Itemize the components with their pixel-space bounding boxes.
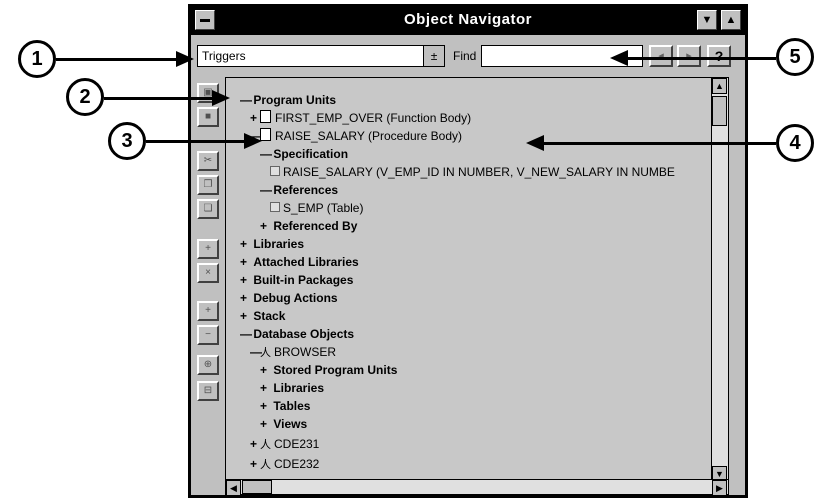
object-tree: — Program Units + FIRST_EMP_OVER (Functio… — [225, 77, 729, 483]
scroll-thumb[interactable] — [712, 96, 727, 126]
tree-node-s-emp[interactable]: S_EMP (Table) — [270, 200, 363, 216]
expand-icon[interactable]: + — [260, 362, 270, 378]
expand-icon[interactable]: + — [240, 272, 250, 288]
tree-node-referenced-by[interactable]: + Referenced By — [260, 218, 357, 234]
tree-node-first-emp-over[interactable]: + FIRST_EMP_OVER (Function Body) — [250, 110, 471, 126]
callout-2-arrowhead-icon — [212, 90, 230, 106]
minimize-button[interactable]: ▼ — [697, 10, 717, 30]
tree-node-stack[interactable]: + Stack — [240, 308, 285, 324]
expand-icon[interactable]: + — [250, 456, 260, 472]
scroll-up-icon[interactable]: ▲ — [712, 78, 727, 94]
expand-icon[interactable]: + — [197, 301, 219, 321]
collapse-icon[interactable]: — — [260, 182, 272, 198]
expand-all-icon[interactable]: ⊕ — [197, 355, 219, 375]
help-button[interactable]: ? — [707, 45, 731, 67]
callout-3: 3 — [108, 122, 146, 160]
expand-icon[interactable]: + — [240, 236, 250, 252]
callout-1: 1 — [18, 40, 56, 78]
tree-node-views[interactable]: + Views — [260, 416, 307, 432]
tree-node-specification[interactable]: — Specification — [260, 146, 348, 162]
maximize-button[interactable]: ▲ — [721, 10, 741, 30]
tree-node-spec-signature[interactable]: RAISE_SALARY (V_EMP_ID IN NUMBER, V_NEW_… — [270, 164, 675, 180]
expand-icon[interactable]: + — [250, 436, 260, 452]
callout-3-arrow — [146, 140, 248, 143]
expand-icon[interactable]: + — [260, 218, 270, 234]
tree-node-cde231[interactable]: + ⼈ CDE231 — [250, 436, 319, 452]
callout-3-arrowhead-icon — [244, 133, 262, 149]
tree-node-stored-program-units[interactable]: + Stored Program Units — [260, 362, 397, 378]
scroll-left-icon[interactable]: ◀ — [226, 480, 241, 496]
tree-node-builtin-packages[interactable]: + Built-in Packages — [240, 272, 353, 288]
find-label: Find — [453, 49, 477, 63]
callout-5: 5 — [776, 38, 814, 76]
callout-5-arrow — [628, 57, 776, 60]
tree-node-cde232[interactable]: + ⼈ CDE232 — [250, 456, 319, 472]
callout-2: 2 — [66, 78, 104, 116]
expand-icon[interactable]: + — [240, 290, 250, 306]
schema-icon: ⼈ — [260, 347, 271, 359]
cut-icon[interactable]: ✂ — [197, 151, 219, 171]
tree-node-tables[interactable]: + Tables — [260, 398, 310, 414]
schema-icon: ⼈ — [260, 439, 271, 451]
collapse-all-icon[interactable]: ⊟ — [197, 381, 219, 401]
expand-icon[interactable]: + — [260, 416, 270, 432]
save-icon[interactable]: ■ — [197, 107, 219, 127]
tree-node-references[interactable]: — References — [260, 182, 338, 198]
table-icon — [270, 202, 280, 212]
tree-node-attached-libraries[interactable]: + Attached Libraries — [240, 254, 359, 270]
program-unit-icon — [260, 110, 271, 123]
tree-node-program-units[interactable]: — Program Units — [240, 92, 336, 108]
find-previous-button[interactable]: ◂ — [649, 45, 673, 67]
callout-5-arrowhead-icon — [610, 50, 628, 66]
schema-icon: ⼈ — [260, 459, 271, 471]
scroll-right-icon[interactable]: ▶ — [712, 480, 727, 496]
dropdown-arrow-icon[interactable]: ± — [423, 46, 444, 66]
object-type-select[interactable]: Triggers ± — [197, 45, 445, 67]
horizontal-scroll-thumb[interactable] — [242, 480, 272, 494]
vertical-scrollbar[interactable]: ▲ ▼ — [711, 78, 728, 482]
toolbar: Triggers ± Find ◂ ▸ ? — [191, 37, 745, 75]
object-navigator-window: Object Navigator ▼ ▲ Triggers ± Find ◂ ▸… — [188, 4, 748, 498]
title-bar: Object Navigator ▼ ▲ — [191, 7, 745, 35]
tree-node-raise-salary[interactable]: — RAISE_SALARY (Procedure Body) — [250, 128, 462, 144]
callout-4-arrowhead-icon — [526, 135, 544, 151]
create-icon[interactable]: + — [197, 239, 219, 259]
find-next-button[interactable]: ▸ — [677, 45, 701, 67]
tree-node-browser[interactable]: —⼈ BROWSER — [250, 344, 336, 360]
expand-icon[interactable]: + — [240, 254, 250, 270]
callout-2-arrow — [104, 97, 216, 100]
delete-icon[interactable]: × — [197, 263, 219, 283]
expand-icon[interactable]: + — [260, 398, 270, 414]
tree-node-debug-actions[interactable]: + Debug Actions — [240, 290, 338, 306]
collapse-icon[interactable]: — — [240, 92, 252, 108]
callout-4: 4 — [776, 124, 814, 162]
expand-icon[interactable]: + — [260, 380, 270, 396]
tree-node-libraries[interactable]: + Libraries — [240, 236, 304, 252]
expand-icon[interactable]: + — [250, 110, 260, 126]
tree-node-libraries-2[interactable]: + Libraries — [260, 380, 324, 396]
horizontal-scrollbar[interactable]: ◀ ▶ — [225, 479, 729, 496]
callout-1-arrow — [56, 58, 180, 61]
object-type-value: Triggers — [202, 49, 246, 63]
collapse-icon[interactable]: − — [197, 325, 219, 345]
copy-icon[interactable]: ❐ — [197, 175, 219, 195]
callout-4-arrow — [544, 142, 776, 145]
tree-node-database-objects[interactable]: — Database Objects — [240, 326, 354, 342]
callout-1-arrowhead-icon — [176, 51, 194, 67]
collapse-icon[interactable]: — — [240, 326, 252, 342]
collapse-icon[interactable]: — — [250, 344, 262, 360]
window-title: Object Navigator — [403, 11, 533, 28]
spec-icon — [270, 166, 280, 176]
paste-icon[interactable]: ❏ — [197, 199, 219, 219]
expand-icon[interactable]: + — [240, 308, 250, 324]
